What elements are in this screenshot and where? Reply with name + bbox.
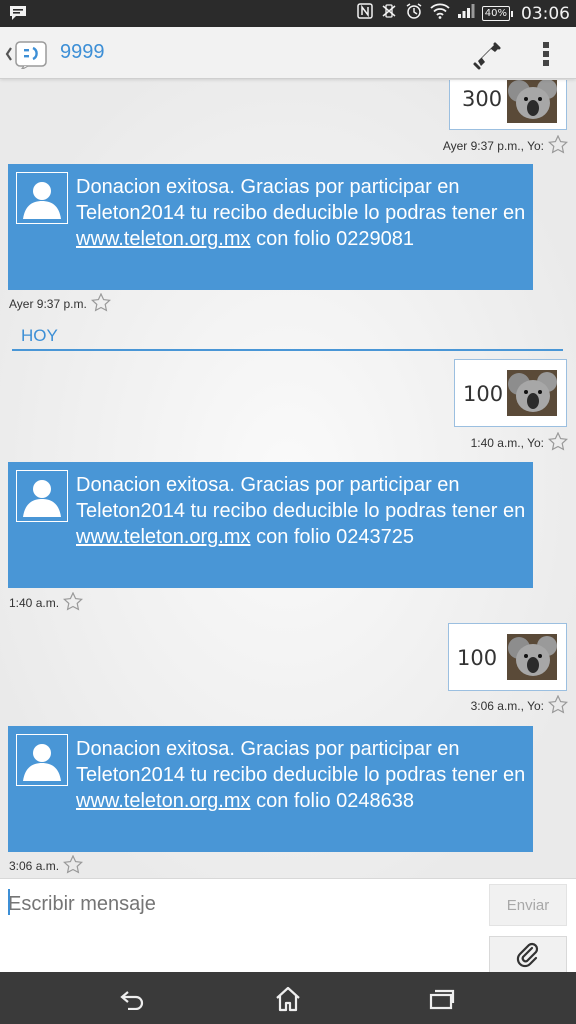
message-amount: 100 [463,382,504,406]
composer: Enviar [0,878,576,974]
message-amount: 100 [457,646,498,670]
recent-apps-icon[interactable] [422,984,462,1014]
sent-message[interactable]: 300 [449,80,567,130]
nav-back-icon[interactable] [113,984,153,1014]
message-body: Donacion exitosa. Gracias por participar… [76,474,526,522]
nfc-icon [357,3,373,24]
timestamp: Ayer 9:37 p.m. [9,297,87,311]
koala-photo-icon[interactable] [507,80,557,123]
send-button[interactable]: Enviar [489,884,567,926]
star-icon[interactable] [62,591,84,614]
contact-avatar-icon [23,182,61,219]
message-meta: 3:06 a.m., Yo: [470,694,569,717]
sent-message[interactable]: 100 [448,623,567,691]
sent-message[interactable]: 100 [454,359,567,427]
wifi-icon [430,3,450,24]
day-separator: HOY [12,324,563,351]
koala-photo-icon[interactable] [507,634,557,680]
avatar[interactable] [16,172,68,224]
paperclip-icon [516,942,539,968]
star-icon[interactable] [90,292,111,315]
back-button[interactable] [4,39,54,71]
vibrate-icon [380,3,398,24]
back-icon [5,47,12,61]
message-link[interactable]: www.teleton.org.mx [76,228,251,250]
message-meta: 1:40 a.m., Yo: [470,431,569,454]
alarm-icon [405,2,423,25]
message-link[interactable]: www.teleton.org.mx [76,526,251,548]
message-body: Donacion exitosa. Gracias por participar… [76,176,526,224]
star-icon[interactable] [547,134,569,157]
message-link[interactable]: www.teleton.org.mx [76,790,251,812]
overflow-menu-icon[interactable] [536,39,556,69]
avatar[interactable] [16,470,68,522]
conversation-list[interactable]: 300 Ayer 9:37 p.m., Yo: Donacion exitosa… [0,80,576,878]
battery-icon: 40% [481,6,514,21]
contact-avatar-icon [23,744,61,781]
received-message[interactable]: Donacion exitosa. Gracias por participar… [8,164,533,290]
timestamp: 3:06 a.m. [9,859,60,873]
contact-title[interactable]: 9999 [60,41,105,64]
home-icon[interactable] [268,984,308,1014]
received-message[interactable]: Donacion exitosa. Gracias por participar… [8,726,533,852]
received-message[interactable]: Donacion exitosa. Gracias por participar… [8,462,533,588]
message-meta: Ayer 9:37 p.m. [9,292,111,315]
star-icon[interactable] [547,431,569,454]
status-bar: 40% 03:06 [0,0,576,27]
day-label: HOY [21,326,58,345]
message-text: Donacion exitosa. Gracias por participar… [76,472,526,550]
timestamp: Ayer 9:37 p.m., Yo: [442,139,544,153]
timestamp: 1:40 a.m., Yo: [470,436,544,450]
message-meta: Ayer 9:37 p.m., Yo: [442,134,569,157]
message-body: Donacion exitosa. Gracias por participar… [76,738,526,786]
timestamp: 3:06 a.m., Yo: [470,699,544,713]
app-bar: 9999 [0,27,576,79]
phone-icon[interactable] [470,37,504,71]
message-text: Donacion exitosa. Gracias por participar… [76,174,526,252]
notification-bubble-icon [8,4,28,27]
koala-photo-icon[interactable] [507,370,557,416]
star-icon[interactable] [547,694,569,717]
messaging-app-icon [15,41,47,71]
star-icon[interactable] [62,854,84,877]
message-body-end: con folio 0248638 [250,790,414,812]
avatar[interactable] [16,734,68,786]
attach-button[interactable] [489,936,567,974]
signal-icon [457,3,475,24]
message-input[interactable] [8,889,478,919]
text-cursor [8,889,10,915]
message-amount: 300 [462,87,503,111]
timestamp: 1:40 a.m. [9,596,60,610]
message-meta: 3:06 a.m. [9,854,84,877]
clock: 03:06 [521,3,570,24]
navigation-bar [0,972,576,1024]
message-meta: 1:40 a.m. [9,591,84,614]
contact-avatar-icon [23,480,61,517]
message-body-end: con folio 0243725 [250,526,414,548]
message-text: Donacion exitosa. Gracias por participar… [76,736,526,814]
message-body-end: con folio 0229081 [250,228,414,250]
